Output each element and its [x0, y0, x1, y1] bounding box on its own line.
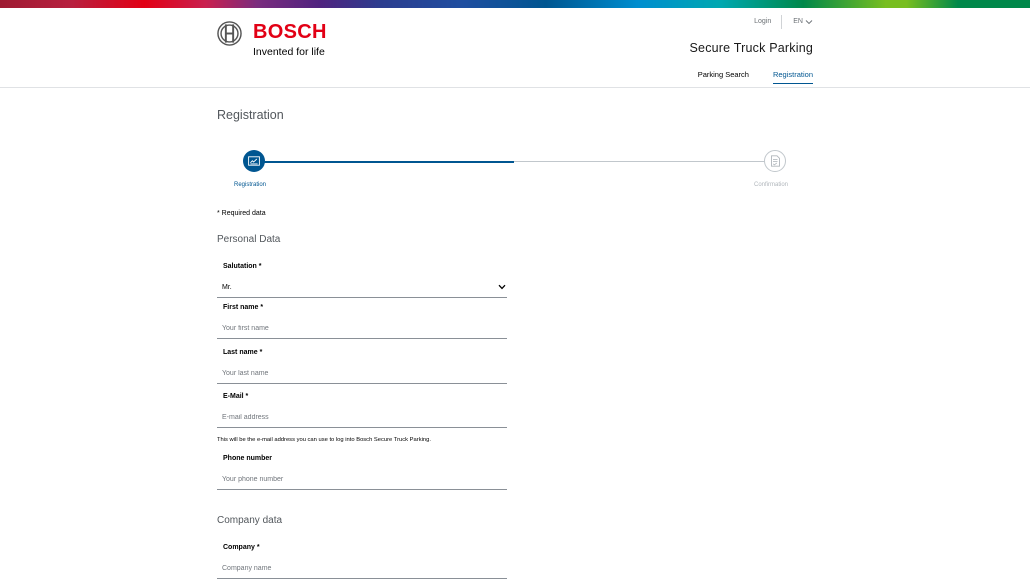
phone-label: Phone number — [223, 455, 273, 462]
chevron-down-icon — [498, 284, 506, 290]
document-check-icon — [770, 155, 780, 167]
login-link[interactable]: Login — [754, 15, 783, 29]
salutation-field: Salutation * Mr. — [217, 263, 507, 298]
phone-field: Phone number — [217, 455, 507, 490]
language-label: EN — [793, 18, 803, 25]
language-selector[interactable]: EN — [782, 15, 813, 29]
email-label: E-Mail * — [223, 393, 249, 400]
company-field: Company * — [217, 544, 507, 579]
phone-input[interactable] — [217, 470, 507, 490]
step-registration-label: Registration — [234, 182, 267, 188]
bosch-logo[interactable]: BOSCH Invented for life — [217, 21, 327, 59]
first-name-label: First name * — [223, 304, 264, 311]
top-nav: Login EN — [754, 15, 813, 29]
company-input[interactable] — [217, 559, 507, 579]
chevron-down-icon — [805, 20, 813, 25]
last-name-input[interactable] — [217, 364, 507, 384]
supergraphic-bar — [0, 0, 1030, 8]
site-header: BOSCH Invented for life Login EN Secure … — [0, 8, 1030, 88]
nav-item-registration[interactable]: Registration — [772, 70, 813, 84]
first-name-field: First name * — [217, 304, 507, 339]
salutation-label: Salutation * — [223, 263, 262, 270]
last-name-label: Last name * — [223, 349, 263, 356]
page-title: Registration — [217, 108, 284, 122]
site-title: Secure Truck Parking — [689, 41, 813, 55]
id-card-icon — [248, 156, 260, 166]
progress-fill — [253, 160, 514, 163]
step-registration-dot — [243, 150, 265, 172]
email-hint: This will be the e-mail address you can … — [217, 437, 431, 443]
nav-item-parking-search[interactable]: Parking Search — [698, 70, 749, 84]
first-name-input[interactable] — [217, 319, 507, 339]
registration-progress: Registration Confirmation — [217, 150, 813, 195]
step-confirmation-dot — [764, 150, 786, 172]
company-data-heading: Company data — [217, 515, 283, 526]
brand-name: BOSCH — [253, 21, 327, 43]
email-input[interactable] — [217, 408, 507, 428]
salutation-value: Mr. — [222, 284, 232, 291]
main-nav: Parking Search Registration — [674, 70, 813, 84]
personal-data-heading: Personal Data — [217, 234, 281, 245]
last-name-field: Last name * — [217, 349, 507, 384]
brand-claim: Invented for life — [253, 46, 325, 58]
salutation-select[interactable]: Mr. — [217, 278, 507, 298]
step-confirmation-label: Confirmation — [754, 182, 789, 188]
email-field: E-Mail * — [217, 393, 507, 428]
bosch-armature-icon — [217, 21, 242, 46]
required-note: * Required data — [217, 210, 266, 217]
company-label: Company * — [223, 544, 260, 551]
